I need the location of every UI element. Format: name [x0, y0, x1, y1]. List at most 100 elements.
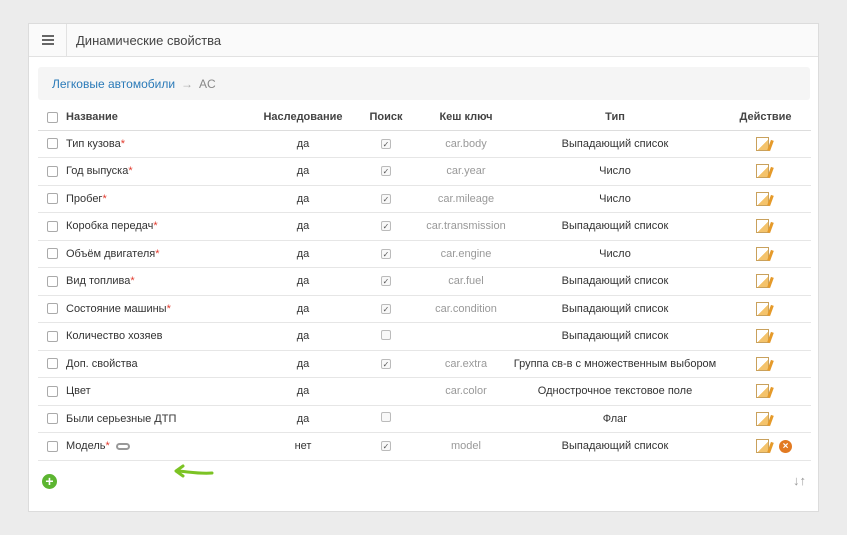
cache-key: car.fuel [422, 267, 510, 296]
edit-icon[interactable] [756, 274, 769, 289]
search-checked-icon[interactable]: ✓ [381, 303, 391, 314]
breadcrumb-current: AC [199, 76, 216, 91]
column-header-key[interactable]: Кеш ключ [422, 105, 510, 131]
row-checkbox[interactable] [46, 440, 58, 452]
row-checkbox[interactable] [46, 165, 58, 177]
property-type: Однострочное текстовое поле [510, 377, 720, 406]
inherit-value: да [256, 295, 350, 323]
property-name[interactable]: Состояние машины [66, 303, 167, 315]
property-type: Число [510, 157, 720, 186]
edit-icon[interactable] [756, 246, 769, 261]
row-checkbox[interactable] [46, 248, 58, 260]
row-checkbox[interactable] [46, 358, 58, 370]
edit-icon[interactable] [756, 301, 769, 316]
property-name[interactable]: Вид топлива [66, 275, 130, 287]
inherit-value: да [256, 212, 350, 241]
property-type: Число [510, 185, 720, 213]
search-unchecked-icon[interactable] [381, 412, 391, 423]
property-name[interactable]: Коробка передач [66, 220, 153, 232]
row-checkbox[interactable] [46, 413, 58, 425]
column-header-search[interactable]: Поиск [350, 105, 422, 131]
property-type: Выпадающий список [510, 295, 720, 323]
table-header-row: Название Наследование Поиск Кеш ключ Тип… [38, 105, 811, 131]
hamburger-icon[interactable] [29, 23, 67, 57]
table-row: Год выпуска* да ✓ car.year Число [38, 157, 811, 186]
property-name[interactable]: Доп. свойства [66, 358, 138, 370]
search-checked-icon[interactable]: ✓ [381, 276, 391, 287]
cache-key: car.condition [422, 295, 510, 323]
plus-circle-icon[interactable]: + [42, 474, 57, 489]
edit-icon[interactable] [756, 439, 769, 454]
column-header-inherit[interactable]: Наследование [256, 105, 350, 131]
property-name[interactable]: Год выпуска [66, 165, 128, 177]
green-arrow-annotation [174, 464, 214, 478]
search-checked-icon[interactable]: ✓ [381, 221, 391, 232]
inherit-value: да [256, 377, 350, 406]
table-row: Модель* нет ✓ model Выпадающий список × [38, 432, 811, 461]
column-header-type[interactable]: Тип [510, 105, 720, 131]
search-checked-icon[interactable]: ✓ [381, 248, 391, 259]
inherit-value: нет [256, 432, 350, 461]
property-name[interactable]: Пробег [66, 193, 102, 205]
cache-key: car.extra [422, 350, 510, 378]
property-name[interactable]: Были серьезные ДТП [66, 413, 176, 425]
edit-icon[interactable] [756, 356, 769, 371]
inherit-value: да [256, 322, 350, 351]
property-type: Флаг [510, 405, 720, 433]
search-checked-icon[interactable]: ✓ [381, 441, 391, 452]
cache-key [422, 322, 510, 351]
search-checked-icon[interactable]: ✓ [381, 358, 391, 369]
property-type: Число [510, 240, 720, 268]
cache-key: car.color [422, 377, 510, 406]
property-name[interactable]: Модель [66, 440, 105, 452]
search-unchecked-icon[interactable] [381, 329, 391, 340]
link-icon[interactable] [115, 442, 130, 450]
edit-icon[interactable] [756, 384, 769, 399]
edit-icon[interactable] [756, 219, 769, 234]
select-all-checkbox[interactable] [46, 111, 58, 123]
inherit-value: да [256, 350, 350, 378]
property-type: Группа св-в с множественным выбором [510, 350, 720, 378]
edit-icon[interactable] [756, 329, 769, 344]
cache-key: car.engine [422, 240, 510, 268]
table-row: Доп. свойства да ✓ car.extra Группа св-в с м… [38, 350, 811, 378]
edit-icon[interactable] [756, 136, 769, 151]
breadcrumb-separator: → [181, 76, 194, 91]
search-checked-icon[interactable]: ✓ [381, 166, 391, 177]
row-checkbox[interactable] [46, 330, 58, 342]
required-marker: * [153, 220, 158, 233]
table-row: Тип кузова* да ✓ car.body Выпадающий список [38, 130, 811, 158]
edit-icon[interactable] [756, 411, 769, 426]
cache-key [422, 405, 510, 433]
search-checked-icon[interactable]: ✓ [381, 193, 391, 204]
row-checkbox[interactable] [46, 303, 58, 315]
inherit-value: да [256, 130, 350, 158]
properties-table: Название Наследование Поиск Кеш ключ Тип… [38, 105, 811, 461]
edit-icon[interactable] [756, 191, 769, 206]
sort-button[interactable]: ↓↑ [793, 473, 806, 488]
cache-key: model [422, 432, 510, 461]
row-checkbox[interactable] [46, 138, 58, 150]
row-checkbox[interactable] [46, 193, 58, 205]
required-marker: * [105, 440, 110, 453]
column-header-name[interactable]: Название [66, 105, 256, 131]
cache-key: car.transmission [422, 212, 510, 241]
cache-key: car.year [422, 157, 510, 186]
row-checkbox[interactable] [46, 220, 58, 232]
panel-header: Динамические свойства [29, 23, 818, 57]
property-type: Выпадающий список [510, 212, 720, 241]
breadcrumb: Легковые автомобили → AC [38, 67, 810, 100]
property-name[interactable]: Количество хозяев [66, 330, 162, 342]
property-type: Выпадающий список [510, 130, 720, 158]
required-marker: * [130, 275, 135, 288]
property-name[interactable]: Цвет [66, 385, 91, 397]
property-name[interactable]: Объём двигателя [66, 248, 155, 260]
row-checkbox[interactable] [46, 385, 58, 397]
required-marker: * [120, 137, 125, 150]
breadcrumb-link-parent[interactable]: Легковые автомобили [52, 77, 175, 91]
edit-icon[interactable] [756, 164, 769, 179]
delete-icon[interactable]: × [779, 439, 792, 453]
row-checkbox[interactable] [46, 275, 58, 287]
search-checked-icon[interactable]: ✓ [381, 138, 391, 149]
property-name[interactable]: Тип кузова [66, 138, 121, 150]
